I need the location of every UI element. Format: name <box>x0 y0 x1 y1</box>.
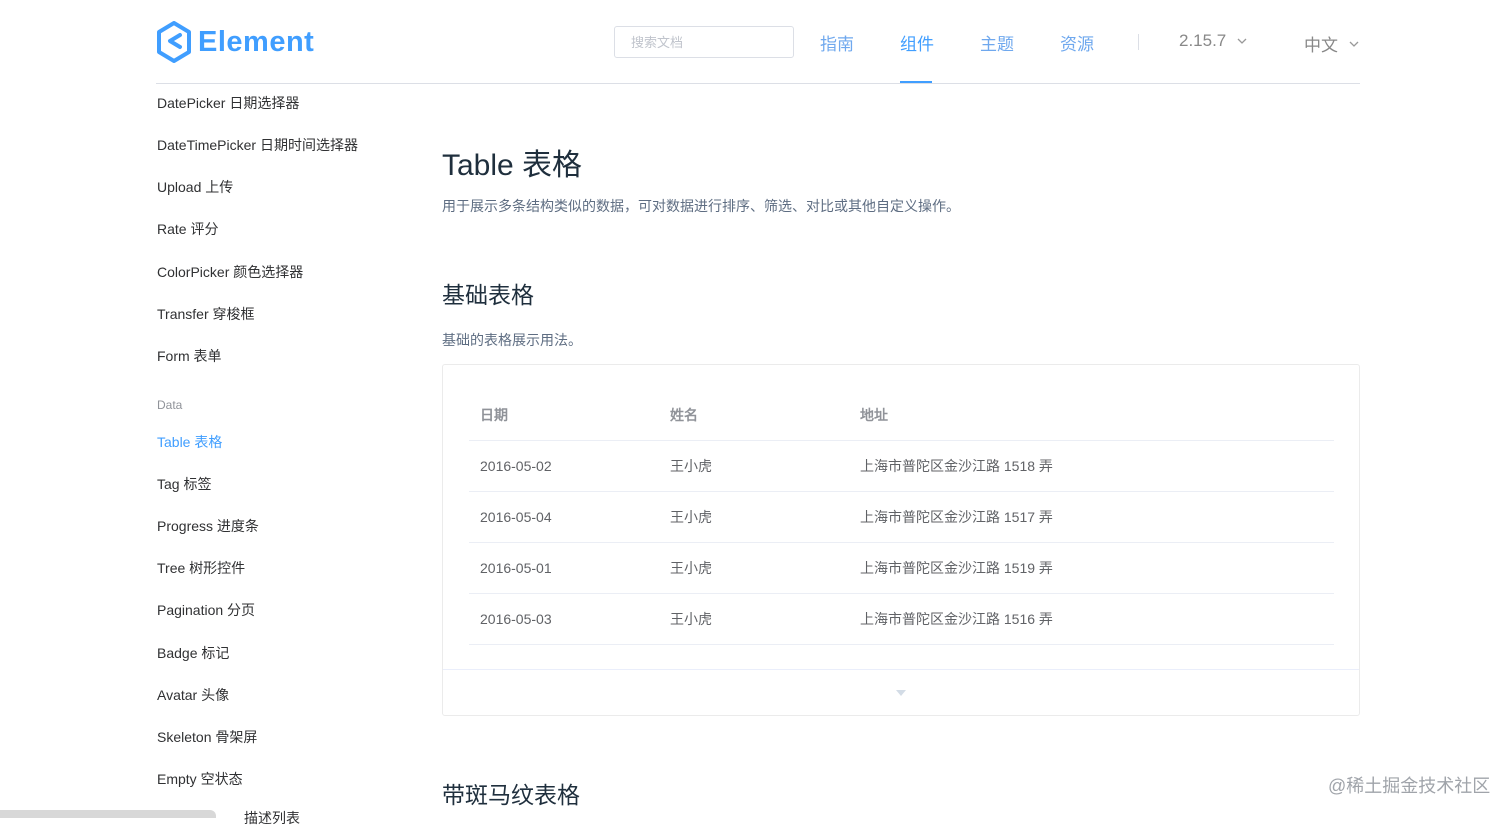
sidebar-item-upload[interactable]: Upload 上传 <box>157 177 233 197</box>
sidebar-item-descriptions[interactable]: 描述列表 <box>244 808 300 828</box>
basic-table: 日期 姓名 地址 2016-05-02 王小虎 上海市普陀区金沙江路 1518 … <box>469 391 1334 645</box>
sidebar-item-tree[interactable]: Tree 树形控件 <box>157 558 245 578</box>
table-cell-date: 2016-05-04 <box>480 509 552 525</box>
table-cell-address: 上海市普陀区金沙江路 1516 弄 <box>860 611 1053 627</box>
element-logo-icon <box>157 21 191 63</box>
sidebar-item-form[interactable]: Form 表单 <box>157 346 222 366</box>
page-title: Table 表格 <box>442 149 583 182</box>
table-row: 2016-05-02 王小虎 上海市普陀区金沙江路 1518 弄 <box>469 441 1334 492</box>
header-divider <box>156 83 1360 84</box>
table-cell-date: 2016-05-02 <box>480 458 552 474</box>
section-title-basic: 基础表格 <box>442 282 534 308</box>
chevron-down-icon <box>1237 38 1247 44</box>
logo-text: Element <box>198 25 315 58</box>
column-header-date: 日期 <box>480 407 508 423</box>
version-dropdown[interactable]: 2.15.7 <box>1179 31 1248 51</box>
show-code-toggle[interactable] <box>443 669 1359 716</box>
section-description-basic: 基础的表格展示用法。 <box>442 332 582 348</box>
element-logo[interactable]: Element <box>156 20 314 64</box>
sidebar-item-rate[interactable]: Rate 评分 <box>157 219 218 239</box>
table-cell-name: 王小虎 <box>670 458 712 474</box>
sidebar-item-transfer[interactable]: Transfer 穿梭框 <box>157 304 255 324</box>
table-cell-date: 2016-05-01 <box>480 560 552 576</box>
caret-down-icon <box>896 690 906 696</box>
sidebar-item-tag[interactable]: Tag 标签 <box>157 474 211 494</box>
search-input[interactable] <box>614 26 794 58</box>
table-cell-address: 上海市普陀区金沙江路 1519 弄 <box>860 560 1053 576</box>
nav-divider <box>1138 34 1139 50</box>
column-header-name: 姓名 <box>670 407 698 423</box>
table-header-row: 日期 姓名 地址 <box>469 391 1334 441</box>
top-header: Element 指南 组件 主题 资源 2.15.7 中文 <box>0 0 1512 84</box>
language-label: 中文 <box>1304 36 1338 55</box>
nav-guide[interactable]: 指南 <box>820 30 854 55</box>
table-cell-address: 上海市普陀区金沙江路 1518 弄 <box>860 458 1053 474</box>
watermark: @稀土掘金技术社区 <box>1328 776 1491 796</box>
table-row: 2016-05-04 王小虎 上海市普陀区金沙江路 1517 弄 <box>469 492 1334 543</box>
language-dropdown[interactable]: 中文 <box>1304 31 1360 56</box>
version-label: 2.15.7 <box>1179 31 1227 50</box>
table-cell-name: 王小虎 <box>670 509 712 525</box>
sidebar-item-progress[interactable]: Progress 进度条 <box>157 516 259 536</box>
nav-component[interactable]: 组件 <box>900 30 934 55</box>
table-cell-name: 王小虎 <box>670 611 712 627</box>
sidebar-item-datepicker[interactable]: DatePicker 日期选择器 <box>157 93 299 113</box>
table-row: 2016-05-01 王小虎 上海市普陀区金沙江路 1519 弄 <box>469 543 1334 594</box>
sidebar-item-colorpicker[interactable]: ColorPicker 颜色选择器 <box>157 262 303 282</box>
nav-resource[interactable]: 资源 <box>1060 30 1094 55</box>
nav-theme[interactable]: 主题 <box>980 30 1014 55</box>
sidebar-item-avatar[interactable]: Avatar 头像 <box>157 685 229 705</box>
section-title-striped: 带斑马纹表格 <box>442 782 580 808</box>
sidebar-item-table[interactable]: Table 表格 <box>157 432 222 452</box>
sidebar-item-datetimepicker[interactable]: DateTimePicker 日期时间选择器 <box>157 135 358 155</box>
table-cell-name: 王小虎 <box>670 560 712 576</box>
table-cell-date: 2016-05-03 <box>480 611 552 627</box>
demo-block: 日期 姓名 地址 2016-05-02 王小虎 上海市普陀区金沙江路 1518 … <box>442 364 1360 716</box>
table-row: 2016-05-03 王小虎 上海市普陀区金沙江路 1516 弄 <box>469 594 1334 645</box>
page-description: 用于展示多条结构类似的数据，可对数据进行排序、筛选、对比或其他自定义操作。 <box>442 198 960 214</box>
sidebar-item-skeleton[interactable]: Skeleton 骨架屏 <box>157 727 257 747</box>
chevron-down-icon <box>1349 41 1359 47</box>
sidebar-item-badge[interactable]: Badge 标记 <box>157 643 229 663</box>
sidebar-item-empty[interactable]: Empty 空状态 <box>157 769 243 789</box>
table-cell-address: 上海市普陀区金沙江路 1517 弄 <box>860 509 1053 525</box>
sidebar-group-data: Data <box>157 398 183 412</box>
sidebar-item-pagination[interactable]: Pagination 分页 <box>157 600 255 620</box>
column-header-address: 地址 <box>860 407 888 423</box>
